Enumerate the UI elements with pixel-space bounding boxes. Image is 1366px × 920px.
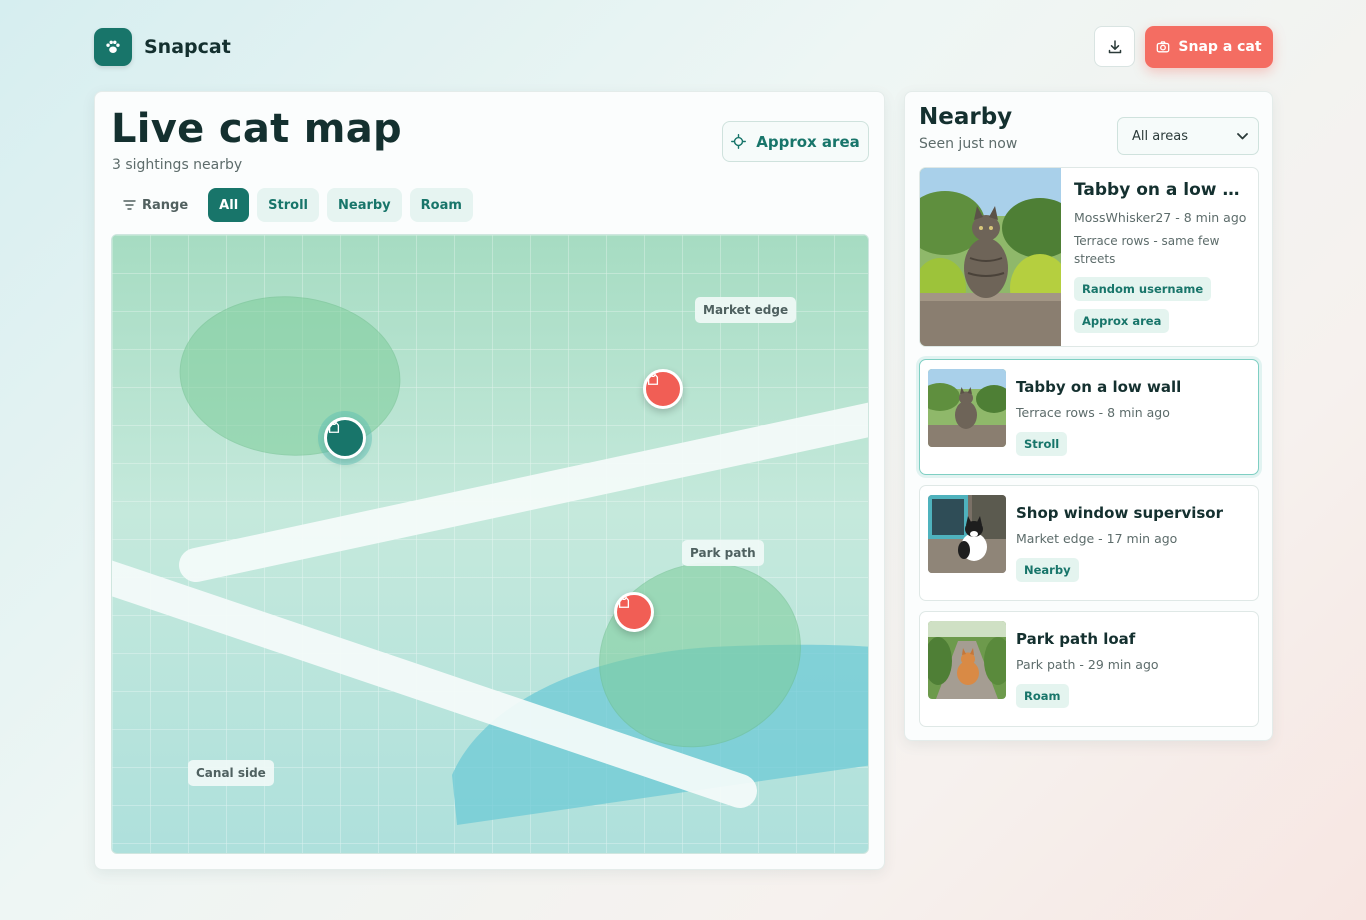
nearby-panel: Nearby Seen just now All areas Tabby on …: [904, 91, 1273, 741]
map-pin-park[interactable]: [614, 592, 654, 632]
download-button[interactable]: [1094, 26, 1135, 67]
list-item[interactable]: Tabby on a low wall Terrace rows - 8 min…: [919, 359, 1259, 475]
filter-icon: [123, 200, 136, 210]
cat-icon: [647, 373, 659, 385]
featured-meta: MossWhisker27 - 8 min ago: [1074, 210, 1247, 225]
map-pin-market[interactable]: [643, 369, 683, 409]
camera-icon: [1157, 41, 1170, 53]
cat-photo-tabby: [920, 168, 1061, 346]
chip-roam[interactable]: Roam: [409, 188, 473, 222]
featured-title: Tabby on a low wall: [1074, 180, 1250, 200]
list-item-tag: Nearby: [1016, 558, 1079, 582]
range-label: Range: [142, 197, 189, 213]
snap-label: Snap a cat: [1178, 39, 1262, 55]
snap-a-cat-button[interactable]: Snap a cat: [1145, 26, 1273, 68]
map-label-park-path: Park path: [682, 540, 764, 566]
featured-note: Terrace rows - same few streets: [1074, 234, 1220, 266]
featured-tag: Random username: [1074, 277, 1212, 301]
download-icon: [1108, 39, 1121, 53]
chip-all[interactable]: All: [208, 188, 250, 222]
brand[interactable]: Snapcat: [94, 28, 231, 66]
map-label-canal-side: Canal side: [188, 760, 274, 786]
cat-icon: [328, 421, 340, 433]
map-card: Live cat map 3 sightings nearby Approx a…: [94, 91, 885, 870]
list-item-tag: Roam: [1016, 684, 1069, 708]
approx-area-button[interactable]: Approx area: [722, 121, 869, 162]
list-item[interactable]: Park path loaf Park path - 29 min ago Ro…: [919, 611, 1259, 727]
list-item-title: Shop window supervisor: [1016, 504, 1224, 522]
featured-sighting-card[interactable]: Tabby on a low wall MossWhisker27 - 8 mi…: [919, 167, 1259, 347]
list-item-meta: Market edge - 17 min ago: [1016, 531, 1178, 546]
area-select-value: All areas: [1132, 128, 1189, 144]
cat-thumb-park-path: [928, 621, 1006, 699]
sightings-count: 3 sightings nearby: [112, 157, 243, 173]
chip-nearby[interactable]: Nearby: [327, 188, 402, 222]
cat-thumb-shop-window: [928, 495, 1006, 573]
crosshair-icon: [731, 134, 747, 149]
nearby-subtitle: Seen just now: [919, 136, 1018, 152]
chip-stroll[interactable]: Stroll: [257, 188, 319, 222]
range-filter[interactable]: Range: [111, 188, 200, 222]
list-item-title: Tabby on a low wall: [1016, 378, 1182, 396]
featured-tag: Approx area: [1074, 309, 1170, 333]
page-title: Live cat map: [111, 106, 402, 152]
list-item-meta: Park path - 29 min ago: [1016, 657, 1159, 672]
nearby-title: Nearby: [919, 104, 1013, 130]
list-item-tag: Stroll: [1016, 432, 1068, 456]
map-label-market-edge: Market edge: [695, 297, 797, 323]
brand-name: Snapcat: [144, 36, 231, 58]
cat-map[interactable]: Market edge Park path Canal side: [111, 234, 869, 854]
map-pin-selected[interactable]: [324, 417, 366, 459]
list-item-meta: Terrace rows - 8 min ago: [1016, 405, 1170, 420]
list-item[interactable]: Shop window supervisor Market edge - 17 …: [919, 485, 1259, 601]
approx-area-label: Approx area: [756, 132, 860, 151]
chevron-down-icon: [1237, 132, 1248, 139]
area-select[interactable]: All areas: [1117, 117, 1259, 155]
list-item-title: Park path loaf: [1016, 630, 1136, 648]
cat-icon: [618, 596, 630, 608]
filter-bar: Range All Stroll Nearby Roam: [111, 188, 473, 222]
cat-thumb-tabby: [928, 369, 1006, 447]
paw-icon: [94, 28, 132, 66]
